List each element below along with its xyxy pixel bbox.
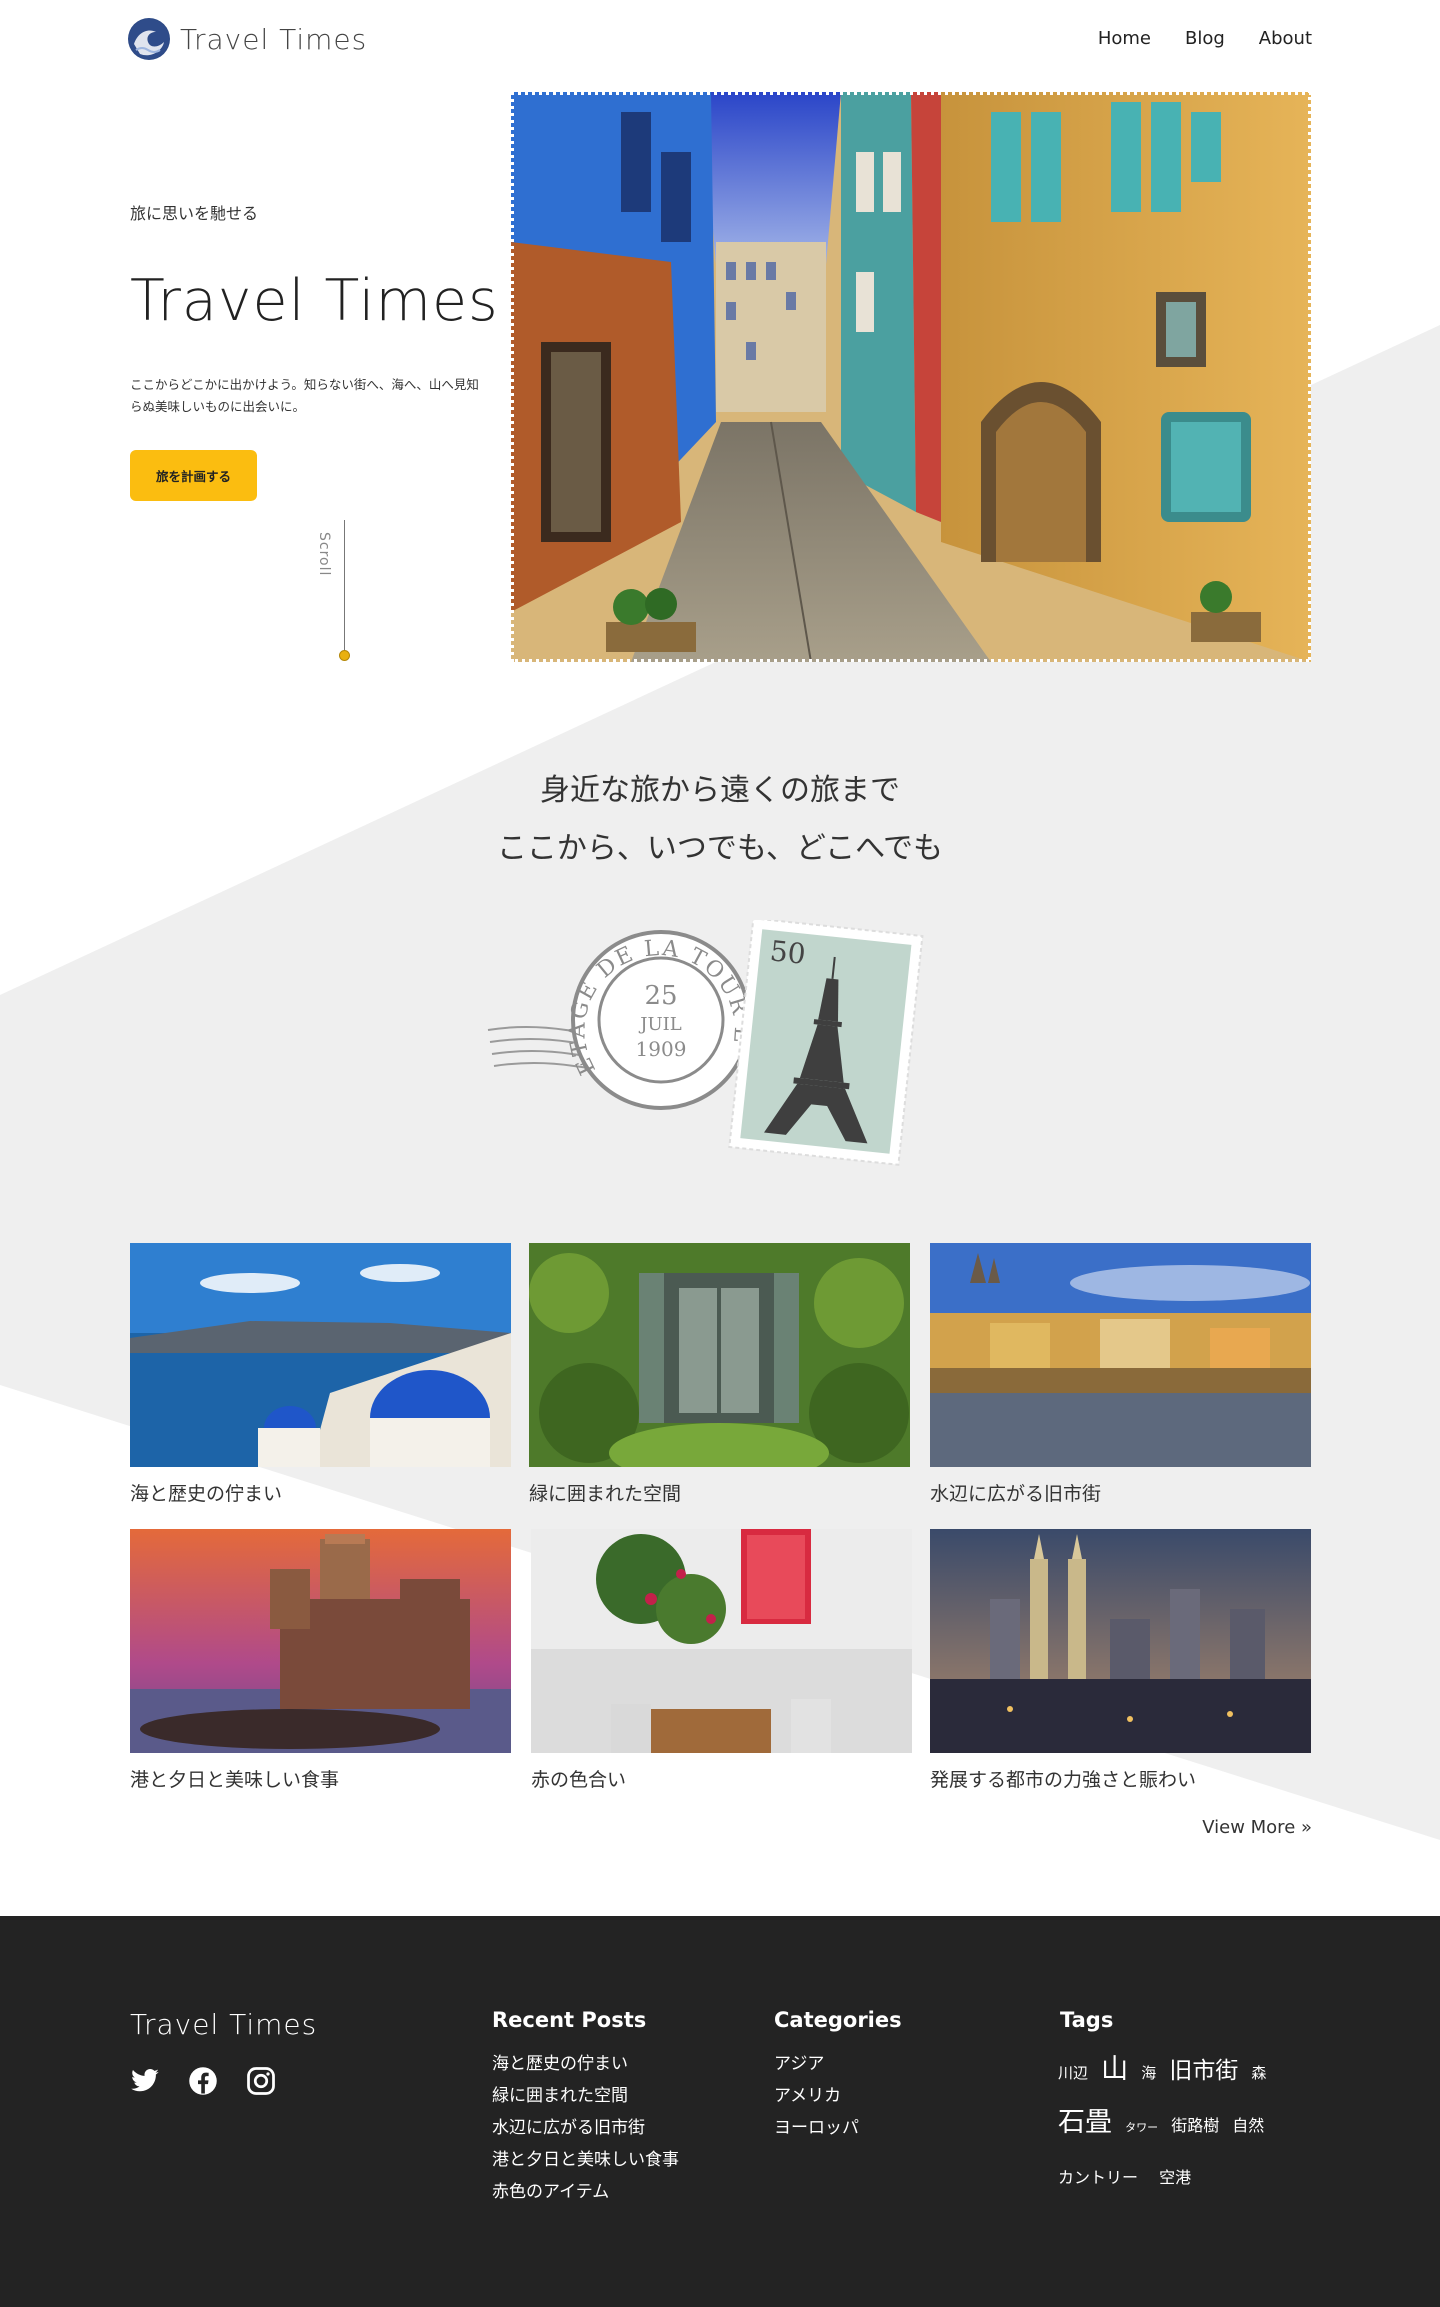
recent-posts-heading: Recent Posts bbox=[492, 2008, 647, 2032]
tags-heading: Tags bbox=[1060, 2008, 1114, 2032]
gallery-card[interactable]: 港と夕日と美味しい食事 bbox=[130, 1529, 511, 1792]
social-links bbox=[130, 2066, 276, 2096]
logo-text: Travel Times bbox=[180, 22, 368, 56]
category-link[interactable]: アメリカ bbox=[774, 2080, 902, 2112]
tag-link[interactable]: 自然 bbox=[1232, 2098, 1264, 2154]
categories-heading: Categories bbox=[774, 2008, 902, 2032]
tag-link[interactable]: 空港 bbox=[1159, 2156, 1191, 2200]
hero-description: ここからどこかに出かけよう。知らない街へ、海へ、山へ見知らぬ美味しいものに出会い… bbox=[130, 377, 479, 414]
tag-link[interactable]: 石畳 bbox=[1058, 2095, 1112, 2151]
gallery-card[interactable]: 赤の色合い bbox=[531, 1529, 912, 1792]
gallery-card[interactable]: 発展する都市の力強さと賑わい bbox=[930, 1529, 1311, 1792]
gallery-card[interactable]: 緑に囲まれた空間 bbox=[529, 1243, 910, 1506]
tag-link[interactable]: 川辺 bbox=[1058, 2051, 1088, 2095]
footer-brand: Travel Times bbox=[130, 2008, 318, 2041]
tagline-line-1: 身近な旅から遠くの旅まで bbox=[540, 773, 900, 808]
tag-link[interactable]: タワー bbox=[1125, 2100, 1158, 2156]
site-footer: Travel Times Recent Posts 海と歴史の佇まい 緑に囲まれ… bbox=[0, 1916, 1440, 2307]
tags-column: Tags bbox=[1060, 2008, 1113, 2048]
gallery-caption[interactable]: 緑に囲まれた空間 bbox=[529, 1479, 910, 1506]
main-nav: Home Blog About bbox=[1098, 28, 1312, 49]
gallery-caption[interactable]: 赤の色合い bbox=[531, 1765, 912, 1792]
recent-post-link[interactable]: 赤色のアイテム bbox=[492, 2176, 679, 2208]
riverside-old-town-thumbnail bbox=[930, 1243, 1311, 1467]
site-logo[interactable]: Travel Times bbox=[128, 18, 367, 60]
recent-post-link[interactable]: 水辺に広がる旧市街 bbox=[492, 2112, 679, 2144]
scroll-dot bbox=[339, 650, 350, 661]
view-more-link[interactable]: View More » bbox=[1202, 1817, 1312, 1838]
recent-post-link[interactable]: 港と夕日と美味しい食事 bbox=[492, 2144, 679, 2176]
nav-blog-link[interactable]: Blog bbox=[1185, 28, 1225, 49]
ivy-window-thumbnail bbox=[529, 1243, 910, 1467]
hero-subtitle: 旅に思いを馳せる bbox=[130, 204, 259, 223]
postmark-day: 25 bbox=[644, 981, 677, 1011]
tag-link[interactable]: カントリー bbox=[1058, 2156, 1138, 2200]
red-window-thumbnail bbox=[531, 1529, 912, 1753]
tag-link[interactable]: 街路樹 bbox=[1171, 2098, 1219, 2154]
category-link[interactable]: ヨーロッパ bbox=[774, 2112, 902, 2144]
harbor-sunset-thumbnail bbox=[130, 1529, 511, 1753]
recent-post-link[interactable]: 海と歴史の佇まい bbox=[492, 2048, 679, 2080]
gallery-caption[interactable]: 発展する都市の力強さと賑わい bbox=[930, 1765, 1311, 1792]
stamp-value: 50 bbox=[768, 934, 807, 971]
tag-link[interactable]: 森 bbox=[1251, 2051, 1266, 2095]
logo-wave-icon bbox=[128, 18, 170, 60]
eiffel-stamp-illustration: 25 JUIL 1909 ETAGE DE LA TOUR EIFFEL 50 bbox=[486, 920, 924, 1166]
nav-about-link[interactable]: About bbox=[1259, 28, 1312, 49]
facebook-icon[interactable] bbox=[188, 2066, 218, 2096]
hero-text-block: 旅に思いを馳せる Travel Times ここからどこかに出かけよう。知らない… bbox=[130, 200, 499, 501]
gallery-card[interactable]: 海と歴史の佇まい bbox=[130, 1243, 511, 1506]
hero-street-image bbox=[511, 92, 1311, 662]
postmark-month: JUIL bbox=[638, 1014, 681, 1035]
category-link[interactable]: アジア bbox=[774, 2048, 902, 2080]
tagline-line-2: ここから、いつでも、どこへでも bbox=[496, 831, 944, 866]
scroll-line bbox=[344, 520, 345, 656]
gallery-card[interactable]: 水辺に広がる旧市街 bbox=[930, 1243, 1311, 1506]
plan-trip-button[interactable]: 旅を計画する bbox=[130, 450, 258, 501]
twitter-icon[interactable] bbox=[130, 2066, 160, 2096]
recent-posts-column: Recent Posts 海と歴史の佇まい 緑に囲まれた空間 水辺に広がる旧市街… bbox=[492, 2008, 679, 2208]
tagline: 身近な旅から遠くの旅まで ここから、いつでも、どこへでも bbox=[0, 762, 1440, 878]
recent-post-link[interactable]: 緑に囲まれた空間 bbox=[492, 2080, 679, 2112]
gallery-caption[interactable]: 海と歴史の佇まい bbox=[130, 1479, 511, 1506]
city-skyline-thumbnail bbox=[930, 1529, 1311, 1753]
nav-home-link[interactable]: Home bbox=[1098, 28, 1151, 49]
tag-link[interactable]: 山 bbox=[1101, 2048, 1128, 2092]
gallery-caption[interactable]: 港と夕日と美味しい食事 bbox=[130, 1765, 511, 1792]
tag-link[interactable]: 旧市街 bbox=[1169, 2049, 1238, 2093]
scroll-label: Scroll bbox=[316, 532, 332, 577]
postmark-year: 1909 bbox=[636, 1037, 687, 1061]
santorini-thumbnail bbox=[130, 1243, 511, 1467]
tag-cloud: 川辺 山 海 旧市街 森 石畳 タワー 街路樹 自然 カントリー 空港 bbox=[1058, 2048, 1308, 2200]
tag-link[interactable]: 海 bbox=[1141, 2051, 1156, 2095]
instagram-icon[interactable] bbox=[246, 2066, 276, 2096]
scroll-indicator[interactable]: Scroll bbox=[316, 520, 356, 661]
hero-title: Travel Times bbox=[130, 268, 499, 334]
gallery-caption[interactable]: 水辺に広がる旧市街 bbox=[930, 1479, 1311, 1506]
categories-column: Categories アジア アメリカ ヨーロッパ bbox=[774, 2008, 902, 2144]
site-header: Travel Times Home Blog About bbox=[128, 18, 1312, 62]
